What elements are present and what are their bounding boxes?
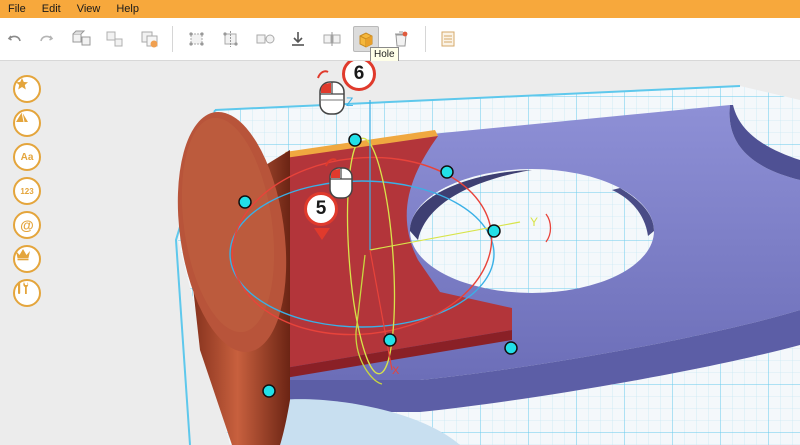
- menu-file[interactable]: File: [0, 0, 34, 18]
- reflect-icon: [323, 32, 341, 46]
- menu-view[interactable]: View: [69, 0, 109, 18]
- rotate-handle[interactable]: [262, 384, 276, 398]
- rotate-handle[interactable]: [504, 341, 518, 355]
- undo-icon: [7, 35, 21, 42]
- duplicate-button[interactable]: [137, 26, 163, 52]
- mouse-left-click-icon: [317, 70, 345, 115]
- x-axis-label: X: [392, 365, 400, 377]
- sidebar-item-premium[interactable]: [13, 245, 41, 273]
- crown-icon: [16, 249, 30, 261]
- star-icon: [16, 78, 28, 90]
- reflect-button[interactable]: [319, 26, 345, 52]
- tools-icon: [18, 282, 29, 294]
- align-button[interactable]: [184, 26, 210, 52]
- group-button[interactable]: [69, 26, 95, 52]
- group-icon: [72, 30, 91, 46]
- hole-opening-grid: [410, 169, 654, 293]
- align-icon: [189, 32, 204, 46]
- scene[interactable]: Z Y X: [0, 61, 800, 445]
- rotate-handle[interactable]: [383, 333, 397, 347]
- notes-button[interactable]: [435, 26, 461, 52]
- z-axis-label: Z: [346, 95, 353, 109]
- toolbar-divider: [425, 26, 426, 52]
- redo-button[interactable]: [33, 26, 59, 52]
- solid-button[interactable]: [252, 26, 278, 52]
- solid-icon: [256, 34, 275, 44]
- mirror-icon: [223, 31, 238, 47]
- menu-help[interactable]: Help: [108, 0, 147, 18]
- sidebar-item-favorites[interactable]: [13, 75, 41, 103]
- hole-icon: [359, 32, 373, 48]
- toolbar: [0, 18, 800, 61]
- toolbar-divider: [172, 26, 173, 52]
- download-button[interactable]: [285, 26, 311, 52]
- rotate-handle[interactable]: [440, 165, 454, 179]
- menu-bar: File Edit View Help: [0, 0, 800, 18]
- y-axis-label: Y: [530, 215, 538, 229]
- rotate-handle[interactable]: [238, 195, 252, 209]
- sidebar-item-tools[interactable]: [13, 279, 41, 307]
- 3d-viewport[interactable]: Z Y X Aa 123 @ 6 5: [0, 61, 800, 445]
- step-callout-5: 5: [304, 192, 338, 226]
- menu-edit[interactable]: Edit: [34, 0, 69, 18]
- at-icon: @: [20, 217, 34, 233]
- delete-icon: [395, 31, 408, 47]
- number-icon: 123: [20, 186, 34, 196]
- sidebar-item-text[interactable]: Aa: [13, 143, 41, 171]
- undo-button[interactable]: [2, 26, 28, 52]
- sidebar-item-numbers[interactable]: 123: [13, 177, 41, 205]
- ungroup-button[interactable]: [102, 26, 128, 52]
- redo-icon: [40, 35, 54, 42]
- notes-icon: [441, 31, 455, 47]
- mirror-button[interactable]: [218, 26, 244, 52]
- text-icon: Aa: [20, 151, 34, 163]
- rotate-handle[interactable]: [348, 133, 362, 147]
- duplicate-icon: [141, 31, 158, 48]
- rotate-handle[interactable]: [487, 224, 501, 238]
- shape-icon: [16, 111, 28, 123]
- ungroup-icon: [106, 31, 123, 47]
- sidebar-item-shapes[interactable]: [13, 109, 41, 137]
- download-icon: [292, 32, 304, 46]
- sidebar-item-symbols[interactable]: @: [13, 211, 41, 239]
